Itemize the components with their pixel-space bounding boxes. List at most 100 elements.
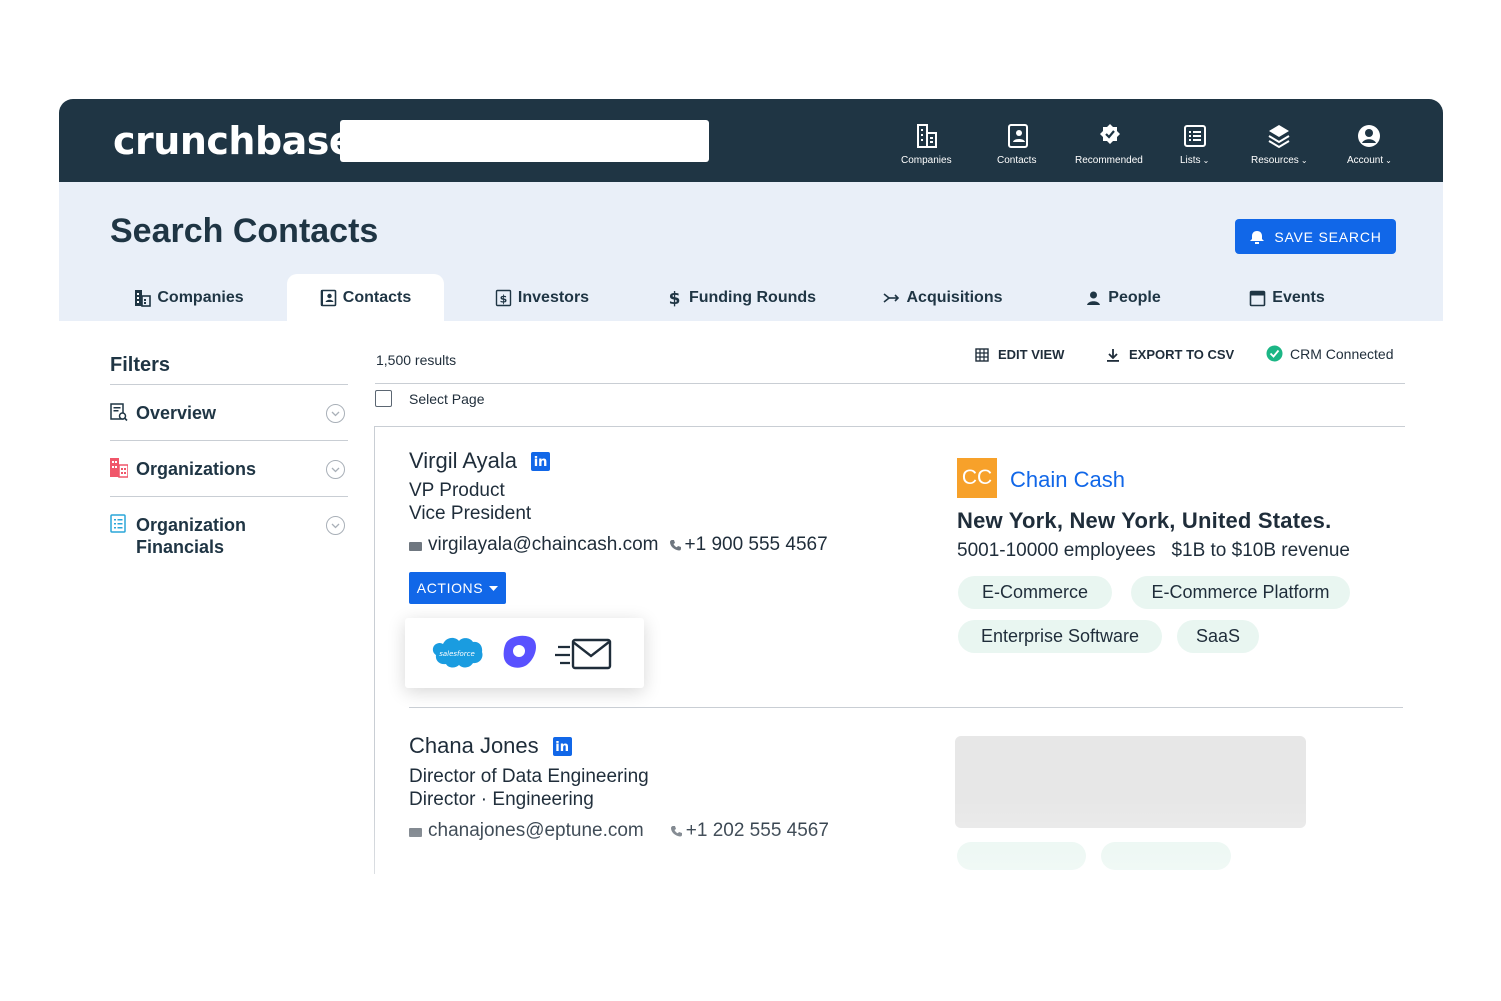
company-card-placeholder xyxy=(955,736,1306,828)
contact-title: Director of Data Engineering xyxy=(409,766,649,787)
tab-companies[interactable]: Companies xyxy=(121,274,257,321)
company-meta: 5001-10000 employees $1B to $10B revenue xyxy=(957,540,1350,562)
filter-overview[interactable]: Overview xyxy=(110,385,348,441)
tag-placeholder xyxy=(957,842,1086,870)
page-title: Search Contacts xyxy=(110,212,379,250)
edit-view-button[interactable]: EDIT VIEW xyxy=(975,347,1064,362)
actions-menu: salesforce xyxy=(405,618,644,688)
app-window: crunchbase Companies Contacts Recommende… xyxy=(59,99,1443,874)
save-search-label: SAVE SEARCH xyxy=(1274,228,1382,245)
contact-title: VP Product xyxy=(409,480,505,501)
building-icon xyxy=(917,124,938,148)
contact-phone[interactable]: +1 900 555 4567 xyxy=(685,534,828,556)
company-employees: 5001-10000 employees xyxy=(957,540,1156,561)
filter-label: Organization Financials xyxy=(136,515,247,557)
crm-status-label: CRM Connected xyxy=(1290,345,1394,362)
nav-account[interactable]: Account ⌄ xyxy=(1347,123,1392,169)
tab-funding-rounds[interactable]: $ Funding Rounds xyxy=(665,274,817,321)
nav-contacts[interactable]: Contacts xyxy=(997,123,1038,169)
financials-doc-icon xyxy=(110,514,126,533)
tab-label: Funding Rounds xyxy=(688,288,817,306)
calendar-icon xyxy=(1249,290,1266,306)
row-divider xyxy=(409,707,1403,708)
results-count: 1,500 results xyxy=(376,352,457,368)
tag-placeholder xyxy=(1101,842,1231,870)
nav-companies[interactable]: Companies xyxy=(901,123,954,169)
export-csv-label: EXPORT TO CSV xyxy=(1129,347,1235,362)
tab-label: Investors xyxy=(517,288,590,306)
contact-role: Director · Engineering xyxy=(409,789,594,810)
filter-label: Organizations xyxy=(136,459,257,479)
crm-status[interactable]: CRM Connected xyxy=(1266,345,1394,362)
email-send-icon[interactable] xyxy=(553,637,613,671)
chevron-down-icon[interactable] xyxy=(326,404,345,423)
contact-card-icon xyxy=(1007,124,1028,148)
linkedin-icon[interactable]: in xyxy=(531,451,551,471)
actions-dropdown-button[interactable]: ACTIONS xyxy=(409,572,506,604)
account-circle-icon xyxy=(1358,125,1381,147)
filters-panel: Filters Overview Organizations Organizat… xyxy=(110,354,348,574)
top-nav-bar: crunchbase Companies Contacts Recommende… xyxy=(59,99,1443,182)
contact-phone[interactable]: +1 202 555 4567 xyxy=(686,820,829,842)
caret-down-icon xyxy=(489,585,499,591)
tab-label: Acquisitions xyxy=(906,288,1003,306)
mail-icon xyxy=(409,828,422,837)
organizations-icon xyxy=(110,458,128,478)
phone-icon xyxy=(669,540,681,551)
check-circle-icon xyxy=(1266,345,1283,362)
industry-tag[interactable]: E-Commerce xyxy=(958,576,1112,609)
filter-organization-financials[interactable]: Organization Financials xyxy=(110,497,348,574)
list-icon xyxy=(1183,125,1206,147)
nav-label: Account ⌄ xyxy=(1347,155,1392,166)
contact-email[interactable]: virgilayala@chaincash.com xyxy=(428,534,659,556)
grid-columns-icon xyxy=(975,347,989,362)
badge-check-icon xyxy=(1099,124,1120,144)
company-name-link[interactable]: Chain Cash xyxy=(1010,467,1125,493)
save-search-button[interactable]: SAVE SEARCH xyxy=(1235,219,1396,254)
linkedin-icon[interactable]: in xyxy=(552,736,572,756)
tab-contacts[interactable]: Contacts xyxy=(287,274,444,321)
salesforce-icon[interactable]: salesforce xyxy=(431,634,483,671)
chevron-down-icon[interactable] xyxy=(326,516,345,535)
nav-resources[interactable]: Resources ⌄ xyxy=(1251,123,1308,169)
dollar-icon: $ xyxy=(669,289,681,307)
tab-events[interactable]: Events xyxy=(1247,274,1327,321)
tab-label: People xyxy=(1108,288,1161,306)
filter-organizations[interactable]: Organizations xyxy=(110,441,348,497)
contact-email[interactable]: chanajones@eptune.com xyxy=(428,820,644,842)
svg-text:$: $ xyxy=(500,292,508,305)
contact-role: Vice President xyxy=(409,503,532,524)
building-icon xyxy=(135,289,152,307)
industry-tag[interactable]: SaaS xyxy=(1177,620,1259,653)
person-icon xyxy=(1087,291,1101,305)
industry-tag[interactable]: Enterprise Software xyxy=(958,620,1162,653)
mail-icon xyxy=(409,542,422,551)
global-search-input[interactable] xyxy=(340,120,709,162)
tab-acquisitions[interactable]: Acquisitions xyxy=(879,274,1007,321)
crunchbase-logo[interactable]: crunchbase xyxy=(113,119,355,163)
filter-label: Overview xyxy=(136,403,217,423)
export-csv-button[interactable]: EXPORT TO CSV xyxy=(1106,347,1234,362)
select-page-row: Select Page xyxy=(375,390,485,407)
chevron-down-icon[interactable] xyxy=(326,460,345,479)
nav-lists[interactable]: Lists ⌄ xyxy=(1180,123,1209,169)
bell-icon xyxy=(1250,230,1265,244)
select-page-checkbox[interactable] xyxy=(375,390,392,407)
company-revenue: $1B to $10B revenue xyxy=(1171,540,1350,561)
outreach-icon[interactable] xyxy=(500,634,538,671)
tab-people[interactable]: People xyxy=(1081,274,1165,321)
tab-investors[interactable]: $ Investors xyxy=(487,274,597,321)
svg-text:salesforce: salesforce xyxy=(439,650,475,658)
nav-recommended[interactable]: Recommended xyxy=(1075,123,1145,169)
page-header: Search Contacts SAVE SEARCH Companies Co… xyxy=(59,182,1443,321)
select-page-label: Select Page xyxy=(409,390,485,407)
dollar-box-icon: $ xyxy=(495,289,512,306)
merge-arrow-icon xyxy=(883,292,900,303)
results-toolbar: 1,500 results EDIT VIEW EXPORT TO CSV CR… xyxy=(375,339,1405,384)
contact-name[interactable]: Chana Jones in xyxy=(409,733,572,759)
industry-tag[interactable]: E-Commerce Platform xyxy=(1131,576,1350,609)
phone-icon xyxy=(670,826,682,837)
company-logo[interactable]: CC xyxy=(957,458,997,498)
nav-label: Companies xyxy=(901,155,952,166)
contact-name[interactable]: Virgil Ayala in xyxy=(409,448,551,474)
